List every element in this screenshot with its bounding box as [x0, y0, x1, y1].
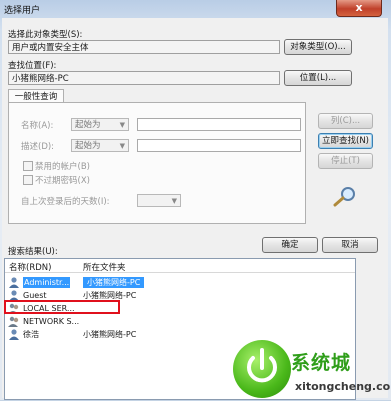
chevron-down-icon: ▼ — [119, 142, 125, 150]
highlight-annotation-box — [4, 300, 120, 314]
watermark-circle-icon — [233, 340, 291, 398]
object-type-label: 选择此对象类型(S): — [8, 30, 83, 40]
chevron-down-icon: ▼ — [119, 121, 125, 129]
select-users-dialog: 选择用户 x 选择此对象类型(S): 用户或内置安全主体 对象类型(O)... … — [0, 0, 391, 400]
description-input[interactable] — [137, 139, 301, 152]
search-magnifier-icon — [333, 187, 355, 207]
disabled-accounts-label: 禁用的帐户(B) — [35, 162, 90, 172]
row-name: Administr... — [23, 277, 71, 288]
row-name: NETWORK S... — [23, 317, 80, 326]
days-since-logon-label: 自上次登录后的天数(I): — [21, 197, 110, 207]
cancel-button[interactable]: 取消 — [322, 237, 378, 253]
name-mode-select[interactable]: 起始为 ▼ — [71, 118, 129, 131]
find-now-button[interactable]: 立即查找(N) — [318, 133, 373, 149]
user-icon — [9, 329, 19, 340]
close-icon: x — [355, 1, 363, 14]
stop-button[interactable]: 停止(T) — [318, 153, 373, 169]
user-icon — [9, 277, 19, 288]
description-mode-select[interactable]: 起始为 ▼ — [71, 139, 129, 152]
object-type-field: 用户或内置安全主体 — [8, 40, 280, 54]
close-button[interactable]: x — [336, 0, 382, 17]
location-field: 小猪熊网络-PC — [8, 71, 280, 85]
watermark-logo: 系统城 xitongcheng.com — [233, 340, 391, 400]
window-title: 选择用户 — [4, 6, 41, 16]
name-mode-value: 起始为 — [75, 120, 101, 130]
group-icon — [8, 316, 19, 327]
days-since-logon-select[interactable]: ▼ — [137, 194, 181, 207]
title-bar[interactable]: 选择用户 x — [0, 0, 391, 18]
description-mode-value: 起始为 — [75, 141, 101, 151]
chevron-down-icon: ▼ — [171, 197, 177, 205]
search-results-label: 搜索结果(U): — [8, 247, 58, 257]
watermark-url: xitongcheng.com — [295, 380, 391, 393]
description-label: 描述(D): — [21, 142, 55, 152]
disabled-accounts-checkbox[interactable] — [23, 161, 33, 171]
table-row[interactable]: NETWORK S... — [5, 316, 355, 327]
header-divider — [5, 272, 355, 273]
watermark-text: 系统城 — [291, 352, 352, 374]
table-row[interactable]: Administr... 小猪熊网络-PC — [5, 277, 355, 288]
name-label: 名称(A): — [21, 121, 54, 131]
locations-button[interactable]: 位置(L)... — [284, 70, 352, 86]
non-expiring-password-label: 不过期密码(X) — [35, 176, 90, 186]
location-label: 查找位置(F): — [8, 61, 57, 71]
row-name: 徐浩 — [23, 330, 39, 339]
row-folder: 小猪熊网络-PC — [83, 277, 145, 288]
table-row[interactable]: 徐浩 小猪熊网络-PC — [5, 329, 355, 340]
non-expiring-password-checkbox[interactable] — [23, 175, 33, 185]
general-query-panel: 名称(A): 起始为 ▼ 描述(D): 起始为 ▼ 禁用的帐户(B) 不过期密码(X… — [8, 102, 306, 224]
ok-button[interactable]: 确定 — [262, 237, 318, 253]
name-input[interactable] — [137, 118, 301, 131]
row-folder: 小猪熊网络-PC — [83, 330, 137, 339]
columns-button[interactable]: 列(C)... — [318, 113, 373, 129]
object-types-button[interactable]: 对象类型(O)... — [284, 39, 352, 55]
